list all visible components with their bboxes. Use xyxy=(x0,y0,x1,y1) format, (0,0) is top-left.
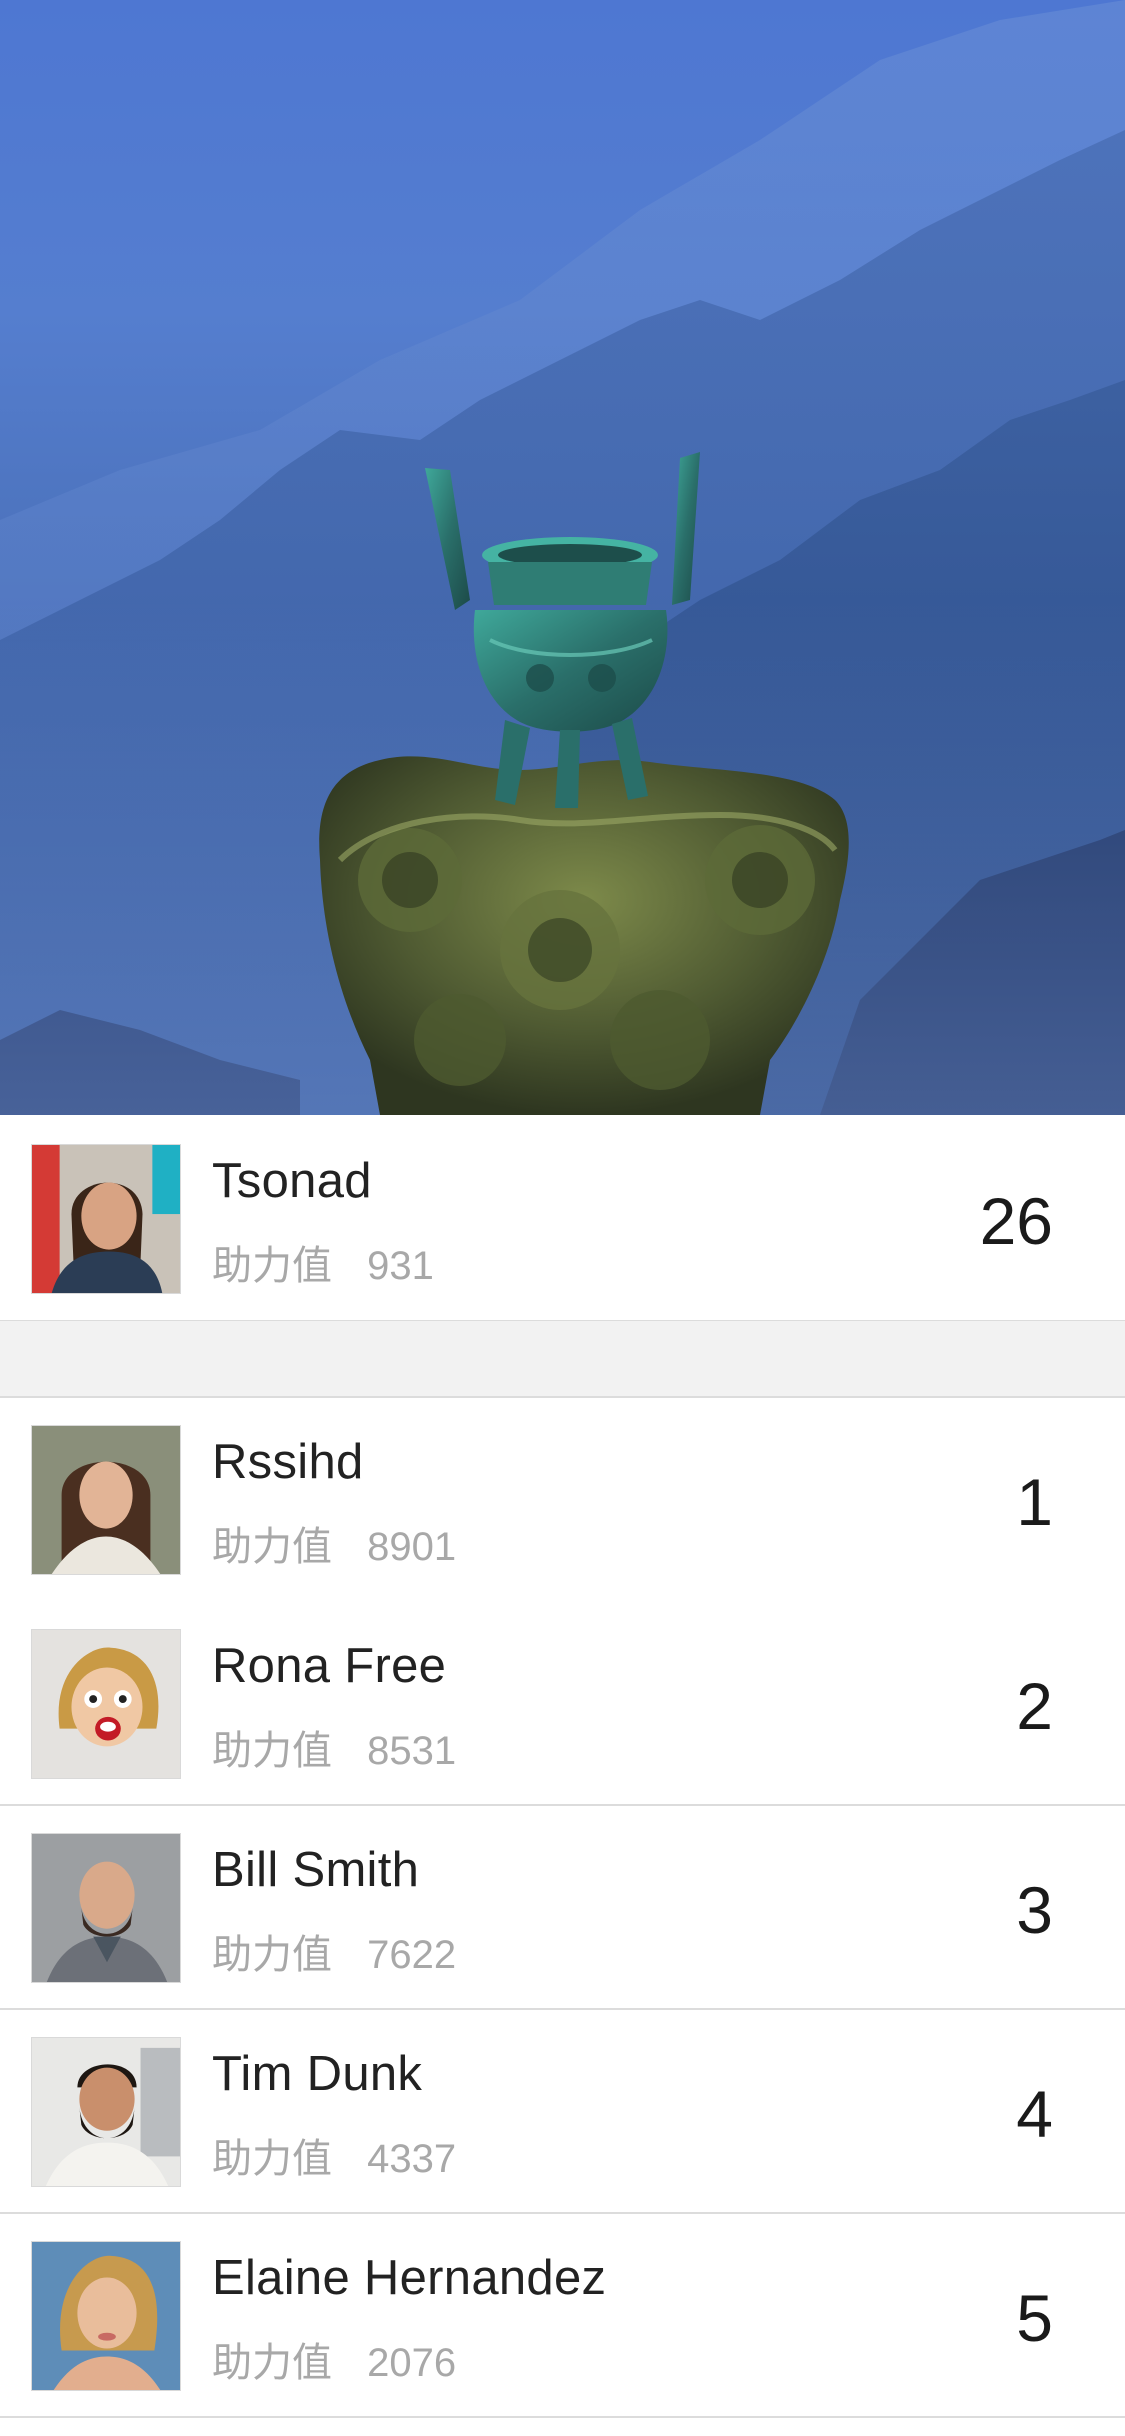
avatar xyxy=(31,1833,181,1983)
points-value: 8531 xyxy=(367,1729,457,1773)
user-name: Rona Free xyxy=(212,1639,447,1693)
leaderboard-row-3[interactable]: Bill Smith 助力值 7622 3 xyxy=(0,1806,1125,2010)
section-gap xyxy=(0,1321,1125,1397)
points-label: 助力值 xyxy=(212,1932,332,1978)
points-label: 助力值 xyxy=(212,1524,332,1570)
leaderboard-row-2[interactable]: Rona Free 助力值 8531 2 xyxy=(0,1602,1125,1806)
current-user-row[interactable]: Tsonad 助力值 931 26 xyxy=(0,1117,1125,1321)
user-name: Tsonad xyxy=(212,1154,372,1208)
avatar xyxy=(31,2037,181,2187)
points-label: 助力值 xyxy=(212,2340,332,2386)
points-label: 助力值 xyxy=(212,1243,332,1289)
points-line: 助力值 8901 xyxy=(212,1514,456,1572)
user-name: Tim Dunk xyxy=(212,2047,423,2101)
user-name: Elaine Hernandez xyxy=(212,2251,607,2305)
rank-number: 5 xyxy=(1016,2281,1053,2355)
avatar xyxy=(31,1425,181,1575)
rank-number: 4 xyxy=(1016,2077,1053,2151)
user-name: Bill Smith xyxy=(212,1843,420,1897)
user-name: Rssihd xyxy=(212,1435,364,1489)
avatar xyxy=(31,1629,181,1779)
avatar xyxy=(31,2241,181,2391)
hero-banner-image xyxy=(0,0,1125,1115)
rank-number: 26 xyxy=(979,1184,1053,1258)
leaderboard-row-5[interactable]: Elaine Hernandez 助力值 2076 5 xyxy=(0,2214,1125,2418)
leaderboard-row-4[interactable]: Tim Dunk 助力值 4337 4 xyxy=(0,2010,1125,2214)
rank-number: 1 xyxy=(1016,1465,1053,1539)
leaderboard-row-1[interactable]: Rssihd 助力值 8901 1 xyxy=(0,1398,1125,1602)
points-value: 7622 xyxy=(367,1933,457,1977)
points-line: 助力值 4337 xyxy=(212,2126,456,2184)
mountain-bronze-vessel-image xyxy=(0,0,1125,1115)
points-value: 4337 xyxy=(367,2137,457,2181)
points-line: 助力值 931 xyxy=(212,1233,434,1291)
divider xyxy=(0,2416,1125,2418)
points-line: 助力值 8531 xyxy=(212,1718,456,1776)
avatar xyxy=(31,1144,181,1294)
points-value: 931 xyxy=(367,1244,434,1288)
points-line: 助力值 2076 xyxy=(212,2330,456,2388)
rank-number: 3 xyxy=(1016,1873,1053,1947)
points-value: 2076 xyxy=(367,2341,457,2385)
points-label: 助力值 xyxy=(212,2136,332,2182)
points-label: 助力值 xyxy=(212,1728,332,1774)
rank-number: 2 xyxy=(1016,1669,1053,1743)
points-value: 8901 xyxy=(367,1525,457,1569)
points-line: 助力值 7622 xyxy=(212,1922,456,1980)
